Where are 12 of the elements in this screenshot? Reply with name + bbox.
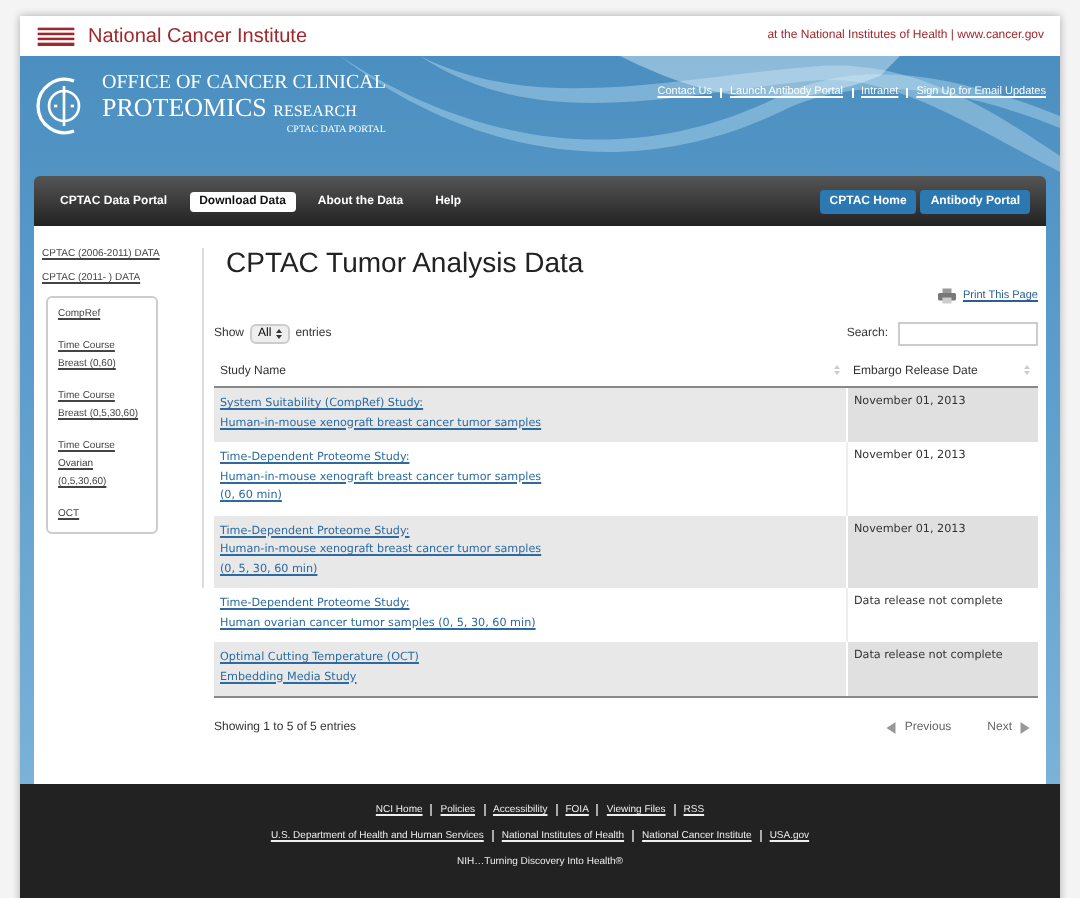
right-arrow-icon [1020, 722, 1030, 734]
printer-icon [938, 288, 957, 304]
sort-icon [1024, 364, 1030, 376]
search-field[interactable] [898, 322, 1038, 346]
updown-icon [275, 328, 282, 340]
nci-logo-icon [36, 24, 76, 48]
nci-title: National Cancer Institute [88, 25, 308, 47]
sort-icon [833, 364, 839, 376]
office-title: OFFICE OF CANCER CLINICAL [102, 72, 386, 94]
proteomics-title: PROTEOMICS RESEARCH [102, 94, 359, 124]
page-title: CPTAC Tumor Analysis Data [226, 244, 586, 280]
left-arrow-icon [886, 722, 897, 734]
